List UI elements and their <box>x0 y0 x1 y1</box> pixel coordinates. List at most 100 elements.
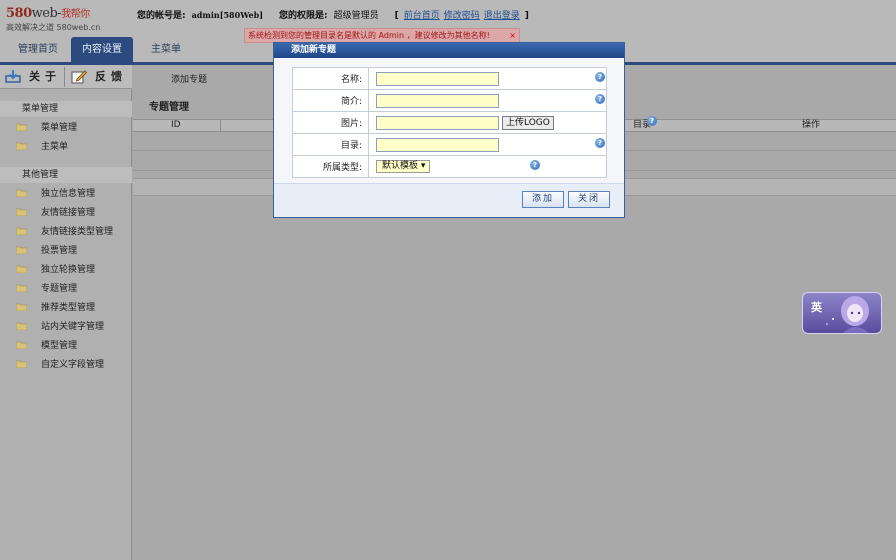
bracket-close: ] <box>524 11 529 21</box>
role-value: 超级管理员 <box>333 11 379 21</box>
add-button[interactable]: 添加 <box>522 191 564 208</box>
help-icon[interactable]: ? <box>595 138 605 148</box>
sidebar-item-friend-links[interactable]: 友情链接管理 <box>16 205 95 221</box>
sidebar-item-label: 投票管理 <box>41 246 78 256</box>
about-label: 关于 <box>29 70 61 83</box>
add-topic-link[interactable]: 添加专题 <box>171 72 207 85</box>
topic-form: 名称: ? 简介: ? 图片: 上传LOGO? 目录: ? 所属类型: 默认模板… <box>292 67 657 178</box>
folder-icon <box>16 123 27 131</box>
form-row-image: 图片: 上传LOGO? <box>292 111 657 134</box>
sidebar-item-label: 独立轮换管理 <box>41 265 96 275</box>
help-icon[interactable]: ? <box>530 160 540 170</box>
type-label: 所属类型: <box>292 155 369 178</box>
help-icon[interactable]: ? <box>647 116 657 126</box>
sidebar-item-label: 菜单管理 <box>41 123 78 133</box>
anime-character-icon <box>826 296 869 333</box>
form-row-type: 所属类型: 默认模板 ▾? <box>292 155 607 178</box>
sidebar-item-label: 推荐类型管理 <box>41 303 96 313</box>
divider <box>64 67 65 87</box>
sidebar-item-models[interactable]: 模型管理 <box>16 338 77 354</box>
close-icon[interactable]: × <box>509 29 516 42</box>
form-row-name: 名称: ? <box>292 67 607 90</box>
sidebar-item-menu-management[interactable]: 菜单管理 <box>16 120 77 136</box>
sidebar-item-label: 友情链接类型管理 <box>41 227 114 237</box>
folder-icon <box>16 341 27 349</box>
folder-icon <box>16 284 27 292</box>
logout-link[interactable]: 退出登录 <box>484 11 520 21</box>
tab-admin-home[interactable]: 管理首页 <box>8 37 68 62</box>
sidebar-group-menu[interactable]: 菜单管理 <box>0 101 132 117</box>
image-field[interactable] <box>376 115 499 130</box>
change-password-link[interactable]: 修改密码 <box>444 11 480 21</box>
logo-slogan: 高效解决之道 580web.cn <box>6 23 101 32</box>
sidebar-item-label: 友情链接管理 <box>41 208 96 218</box>
sidebar: 关于 反馈 菜单管理 菜单管理 主菜单 其他管理 独立信息管理 友情链接管理 友… <box>0 65 132 560</box>
sidebar-item-label: 专题管理 <box>41 284 78 294</box>
admin-dir-warning: 系统检测到您的管理目录名是默认的 Admin ，建议修改为其他名称! × <box>244 28 520 43</box>
tab-content-settings[interactable]: 内容设置 <box>71 37 133 62</box>
column-id[interactable]: ID <box>171 120 181 132</box>
sidebar-item-main-menu[interactable]: 主菜单 <box>16 139 68 155</box>
column-divider <box>220 120 221 132</box>
sidebar-item-label: 自定义字段管理 <box>41 360 105 370</box>
directory-field[interactable] <box>376 137 499 152</box>
tab-main-menu[interactable]: 主菜单 <box>136 37 196 62</box>
directory-label: 目录: <box>292 133 369 156</box>
folder-icon <box>16 189 27 197</box>
sidebar-item-label: 主菜单 <box>41 142 69 152</box>
name-field[interactable] <box>376 71 499 86</box>
column-actions[interactable]: 操作 <box>802 120 820 132</box>
logo-chinese: 我帮你 <box>61 9 90 20</box>
add-topic-dialog: 添加新专题 名称: ? 简介: ? 图片: 上传LOGO? 目录: ? 所属类型… <box>273 42 657 218</box>
folder-icon <box>16 246 27 254</box>
logo-web: web- <box>31 6 62 21</box>
sidebar-item-label: 模型管理 <box>41 341 78 351</box>
sidebar-item-friend-link-types[interactable]: 友情链接类型管理 <box>16 224 113 240</box>
account-value: admin[580Web] <box>191 10 263 20</box>
sidebar-item-votes[interactable]: 投票管理 <box>16 243 77 259</box>
summary-label: 简介: <box>292 89 369 112</box>
bracket-open: [ <box>394 11 399 21</box>
page-title: 专题管理 <box>149 102 189 113</box>
sidebar-item-keywords[interactable]: 站内关键字管理 <box>16 319 104 335</box>
folder-icon <box>16 227 27 235</box>
sidebar-item-topics[interactable]: 专题管理 <box>16 281 77 297</box>
folder-icon <box>16 142 27 150</box>
site-logo[interactable]: 580web-我帮你 高效解决之道 580web.cn <box>6 5 100 33</box>
sidebar-item-recommend-types[interactable]: 推荐类型管理 <box>16 300 95 316</box>
name-label: 名称: <box>292 67 369 90</box>
dialog-title: 添加新专题 <box>274 43 624 58</box>
help-icon[interactable]: ? <box>595 72 605 82</box>
warning-text: 系统检测到您的管理目录名是默认的 Admin ，建议修改为其他名称! <box>248 31 490 40</box>
form-row-summary: 简介: ? <box>292 89 607 112</box>
role-label: 您的权限是: <box>279 11 328 21</box>
help-icon[interactable]: ? <box>595 94 605 104</box>
folder-icon <box>16 265 27 273</box>
account-info: 您的帐号是: admin[580Web] 您的权限是: 超级管理员 [ 前台首页 修改密码退… <box>137 8 535 21</box>
logo-number: 580 <box>6 6 32 21</box>
sidebar-item-custom-fields[interactable]: 自定义字段管理 <box>16 357 104 373</box>
sidebar-item-standalone-info[interactable]: 独立信息管理 <box>16 186 95 202</box>
sidebar-item-label: 站内关键字管理 <box>41 322 105 332</box>
about-button[interactable]: 关于 <box>0 65 64 89</box>
upload-logo-button[interactable]: 上传LOGO <box>502 115 554 130</box>
template-select[interactable]: 默认模板 ▾ <box>376 160 431 173</box>
dialog-footer: 添加 关闭 <box>274 183 624 217</box>
form-row-directory: 目录: ? <box>292 133 607 156</box>
sidebar-buttons: 关于 反馈 <box>0 65 132 89</box>
image-label: 图片: <box>292 111 369 134</box>
ime-widget[interactable]: 英 <box>802 292 882 334</box>
download-icon <box>5 70 21 83</box>
folder-icon <box>16 208 27 216</box>
folder-icon <box>16 360 27 368</box>
account-label: 您的帐号是: <box>137 11 186 21</box>
close-button[interactable]: 关闭 <box>568 191 610 208</box>
summary-field[interactable] <box>376 93 499 108</box>
folder-icon <box>16 322 27 330</box>
edit-icon <box>71 70 87 84</box>
sidebar-item-carousel[interactable]: 独立轮换管理 <box>16 262 95 278</box>
home-link[interactable]: 前台首页 <box>404 11 440 21</box>
feedback-button[interactable]: 反馈 <box>66 65 132 89</box>
sidebar-group-other[interactable]: 其他管理 <box>0 167 132 183</box>
folder-icon <box>16 303 27 311</box>
